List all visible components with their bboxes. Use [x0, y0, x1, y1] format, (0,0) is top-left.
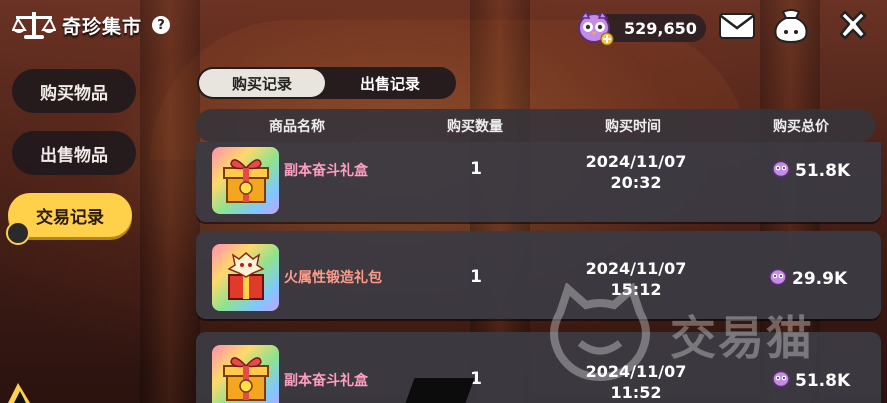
item-quantity: 1	[470, 267, 482, 287]
item-slot[interactable]	[212, 345, 279, 403]
item-slot[interactable]	[212, 147, 279, 214]
purchase-clock: 20:32	[610, 173, 662, 192]
gift-box-icon	[219, 350, 273, 403]
item-name: 火属性锻造礼包	[284, 270, 382, 286]
table-header: 商品名称 购买数量 购买时间 购买总价	[196, 109, 875, 142]
header-time: 购买时间	[605, 118, 661, 135]
header-quantity: 购买数量	[447, 118, 503, 135]
header-total-price: 购买总价	[773, 118, 829, 135]
decorative-shape	[405, 378, 475, 403]
nav-sell-items[interactable]: 出售物品	[12, 131, 136, 175]
currency-display: 529,650	[578, 10, 706, 46]
watermark-text: 交易猫	[670, 311, 814, 365]
help-icon[interactable]: ?	[152, 16, 171, 34]
bag-icon	[771, 8, 811, 48]
title-bar: 奇珍集市 ?	[12, 10, 171, 40]
cat-logo-icon	[540, 281, 660, 387]
arrow-icon	[6, 221, 30, 245]
record-tabs: 购买记录 出售记录	[197, 67, 456, 99]
item-quantity: 1	[470, 159, 482, 179]
scale-icon	[12, 10, 56, 40]
dragon-gift-icon	[219, 249, 273, 307]
purchase-date: 2024/11/07	[585, 259, 687, 278]
tab-sell-records[interactable]: 出售记录	[327, 69, 453, 97]
close-icon	[835, 8, 871, 48]
nav-trade-records-label: 交易记录	[36, 207, 104, 228]
watermark: 交易猫	[540, 281, 814, 387]
header-item-name: 商品名称	[269, 118, 325, 135]
close-button[interactable]	[834, 10, 872, 46]
purchase-time: 2024/11/07 20:32	[566, 151, 706, 193]
table-row: 副本奋斗礼盒 1 2024/11/07 20:32 51.8K	[196, 142, 881, 222]
tab-buy-records[interactable]: 购买记录	[199, 69, 325, 97]
owl-coin-icon	[576, 10, 614, 50]
item-name: 副本奋斗礼盒	[284, 373, 368, 389]
gift-box-icon	[219, 152, 273, 210]
price-value: 51.8K	[795, 160, 851, 181]
page-title: 奇珍集市	[62, 15, 143, 38]
owl-coin-icon	[771, 159, 791, 182]
purchase-date: 2024/11/07	[585, 152, 687, 171]
corner-decoration	[8, 383, 30, 403]
currency-value: 529,650	[624, 18, 697, 38]
mail-button[interactable]	[718, 10, 756, 46]
nav-trade-records[interactable]: 交易记录	[6, 193, 132, 245]
bag-button[interactable]	[771, 8, 811, 48]
total-price: 51.8K	[771, 159, 850, 182]
background-pillar	[140, 0, 200, 403]
item-name: 副本奋斗礼盒	[284, 163, 368, 179]
mail-icon	[718, 11, 756, 45]
nav-buy-items[interactable]: 购买物品	[12, 69, 136, 113]
item-slot[interactable]	[212, 244, 279, 311]
